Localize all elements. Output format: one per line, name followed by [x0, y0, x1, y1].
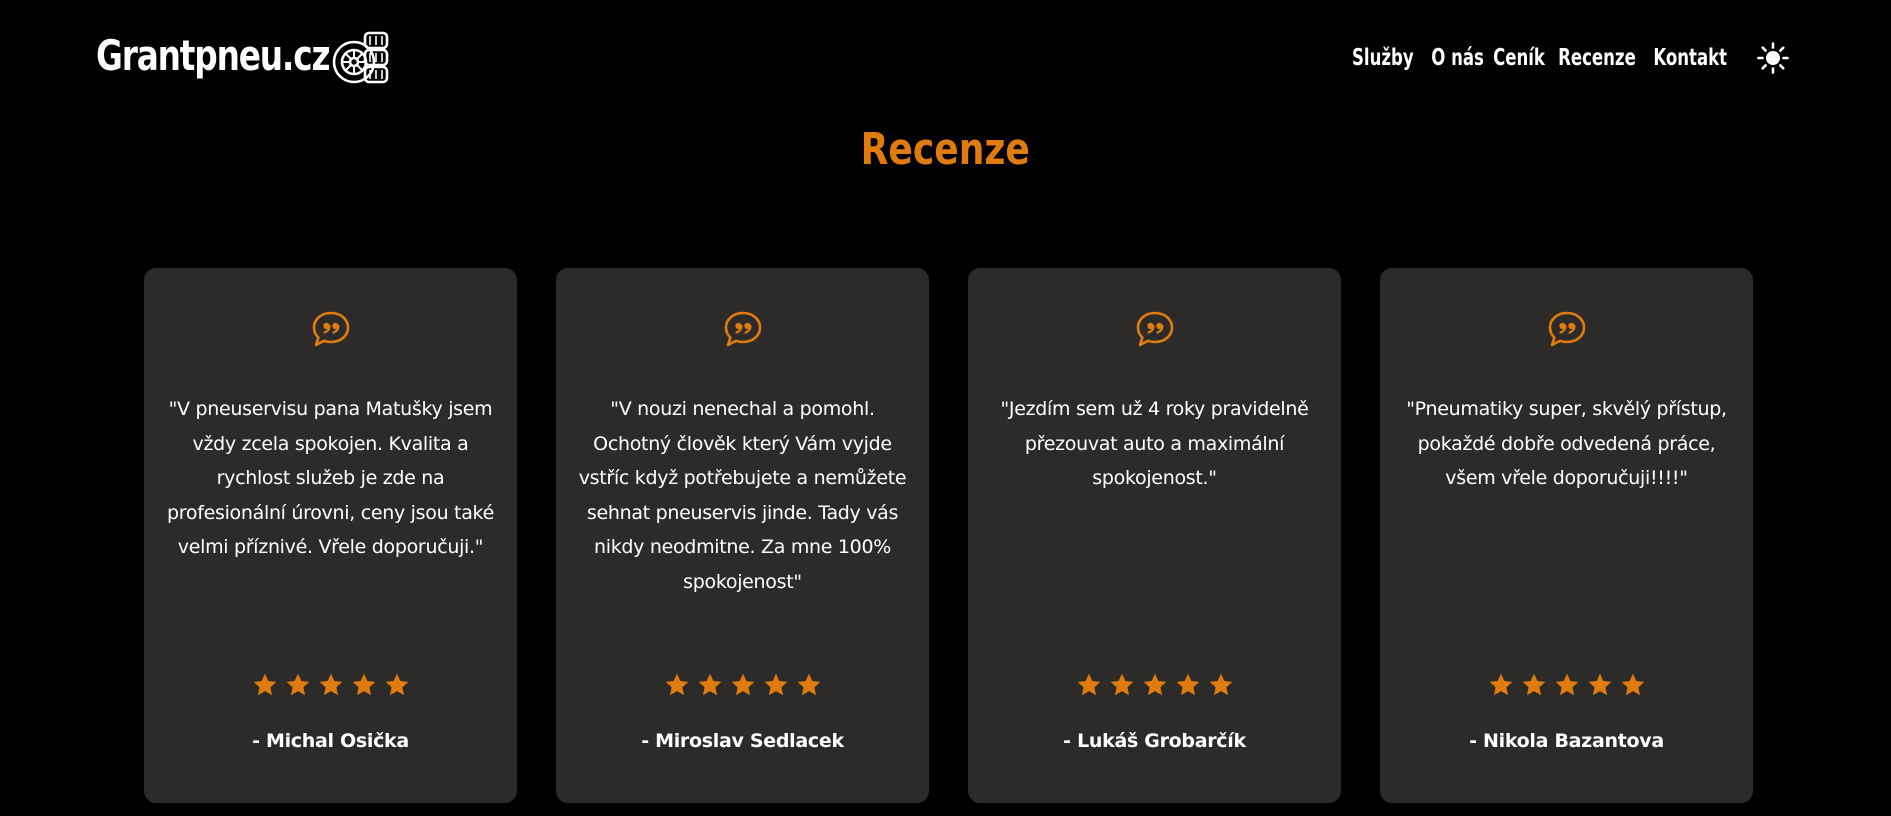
review-author: - Lukáš Grobarčík	[1063, 730, 1246, 752]
quote-bubble-icon	[312, 311, 349, 347]
review-card: "Jezdím sem už 4 roky pravidelně přezouv…	[968, 268, 1341, 803]
quote-icon-wrap	[968, 310, 1341, 348]
review-author: - Nikola Bazantova	[1469, 730, 1664, 752]
review-card: "V pneuservisu pana Matušky jsem vždy zc…	[144, 268, 517, 803]
star-icon	[286, 673, 309, 696]
star-icon	[1209, 673, 1232, 696]
star-icon	[698, 673, 721, 696]
star-icon	[1588, 673, 1611, 696]
star-icon	[1176, 673, 1199, 696]
review-author: - Miroslav Sedlacek	[641, 730, 844, 752]
star-icon	[1555, 673, 1578, 696]
star-icon	[1077, 673, 1100, 696]
star-icon	[253, 673, 276, 696]
review-text: "Pneumatiky super, skvělý přístup, pokaž…	[1406, 398, 1727, 489]
review-text: "V nouzi nenechal a pomohl. Ochotný člov…	[578, 398, 907, 593]
star-icon	[385, 673, 408, 696]
star-rating	[968, 672, 1341, 698]
quote-bubble-icon	[724, 311, 761, 347]
star-icon	[797, 673, 820, 696]
review-text: "Jezdím sem už 4 roky pravidelně přezouv…	[1000, 398, 1309, 489]
review-text: "V pneuservisu pana Matušky jsem vždy zc…	[167, 398, 494, 558]
star-icon	[1110, 673, 1133, 696]
star-icon	[1489, 673, 1512, 696]
section-title-text: Recenze	[860, 124, 1031, 175]
tire-stack-icon	[332, 31, 389, 84]
quote-bubble-icon	[1548, 311, 1585, 347]
theme-toggle-button[interactable]	[1753, 38, 1793, 78]
star-icon	[731, 673, 754, 696]
star-icon	[319, 673, 342, 696]
nav-link-o-nas[interactable]: O nás	[1432, 38, 1485, 78]
quote-icon-wrap	[1380, 310, 1753, 348]
nav-link-cenik[interactable]: Ceník	[1493, 38, 1545, 78]
star-icon	[1522, 673, 1545, 696]
star-icon	[1621, 673, 1644, 696]
review-card: "V nouzi nenechal a pomohl. Ochotný člov…	[556, 268, 929, 803]
site-header: Grantpneu.cz Služby O nás Ceník Recenze …	[0, 0, 1891, 116]
star-icon	[1143, 673, 1166, 696]
sun-icon	[1757, 42, 1789, 74]
brand-name: Grantpneu.cz	[96, 31, 331, 80]
quote-bubble-icon	[1136, 311, 1173, 347]
brand-logo-link[interactable]: Grantpneu.cz	[96, 28, 395, 84]
nav-link-recenze[interactable]: Recenze	[1558, 38, 1636, 78]
star-icon	[352, 673, 375, 696]
star-rating	[144, 672, 517, 698]
star-rating	[556, 672, 929, 698]
review-author: - Michal Osička	[252, 730, 409, 752]
quote-icon-wrap	[556, 310, 929, 348]
section-title: Recenze	[0, 120, 1891, 180]
review-card: "Pneumatiky super, skvělý přístup, pokaž…	[1380, 268, 1753, 803]
star-icon	[665, 673, 688, 696]
star-rating	[1380, 672, 1753, 698]
star-icon	[764, 673, 787, 696]
nav-link-kontakt[interactable]: Kontakt	[1653, 38, 1727, 78]
main-nav: Služby O nás Ceník Recenze Kontakt	[1346, 38, 1793, 78]
quote-icon-wrap	[144, 310, 517, 348]
reviews-list: "V pneuservisu pana Matušky jsem vždy zc…	[144, 268, 1753, 803]
nav-link-sluzby[interactable]: Služby	[1352, 38, 1414, 78]
